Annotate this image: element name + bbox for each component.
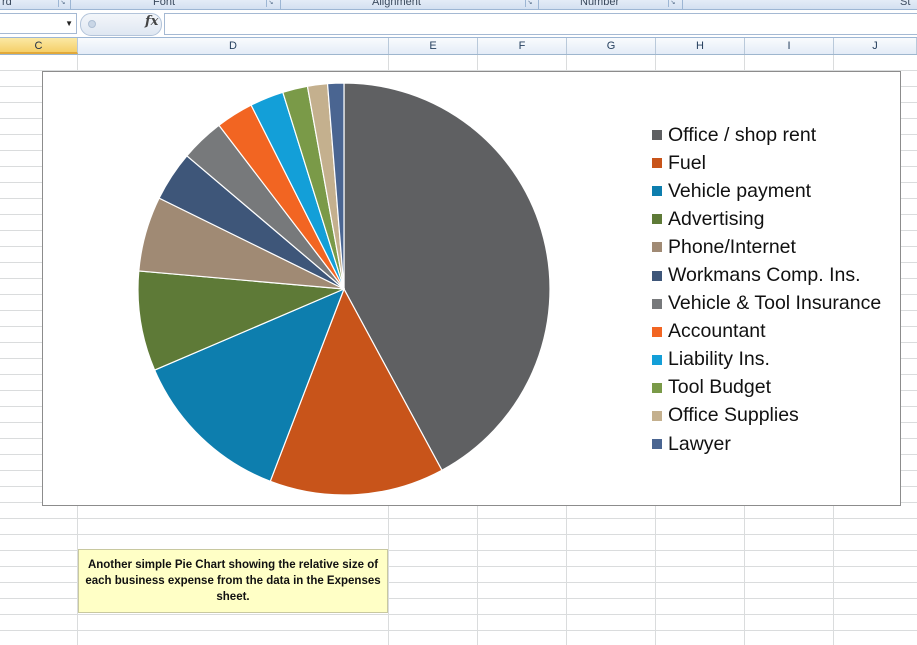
splitter-handle-icon[interactable]: [88, 20, 96, 28]
legend-swatch: [652, 270, 662, 281]
ribbon-separator: [682, 0, 683, 9]
column-header-j[interactable]: J: [834, 38, 917, 54]
formula-input[interactable]: [164, 13, 917, 35]
legend-label: Accountant: [668, 320, 766, 343]
legend-item[interactable]: Tool Budget: [652, 374, 881, 402]
legend-label: Advertising: [668, 207, 765, 230]
legend-label: Vehicle payment: [668, 179, 812, 202]
ribbon-group-labels: rd ↘ Font ↘ Alignment ↘ Number ↘ St: [0, 0, 917, 10]
legend-item[interactable]: Office Supplies: [652, 402, 881, 430]
column-header-row: C D E F G H I J: [0, 38, 917, 55]
legend-item[interactable]: Workmans Comp. Ins.: [652, 261, 881, 289]
column-header-f[interactable]: F: [478, 38, 567, 54]
chart-description-note[interactable]: Another simple Pie Chart showing the rel…: [78, 549, 388, 613]
legend-swatch: [652, 186, 662, 197]
legend-label: Liability Ins.: [668, 348, 770, 371]
ribbon-separator: [70, 0, 71, 9]
column-header-g[interactable]: G: [567, 38, 656, 54]
legend-swatch: [652, 242, 662, 253]
legend-label: Workmans Comp. Ins.: [668, 264, 861, 287]
pie-chart-object[interactable]: Office / shop rent Fuel Vehicle payment Adv…: [42, 71, 901, 506]
legend-item[interactable]: Fuel: [652, 149, 881, 177]
number-launcher-icon[interactable]: ↘: [668, 0, 677, 7]
legend-item[interactable]: Liability Ins.: [652, 346, 881, 374]
legend-item[interactable]: Vehicle & Tool Insurance: [652, 290, 881, 318]
column-header-d[interactable]: D: [78, 38, 389, 54]
legend-label: Tool Budget: [668, 376, 771, 399]
legend-item[interactable]: Office / shop rent: [652, 121, 881, 149]
ribbon-separator: [538, 0, 539, 9]
legend-swatch: [652, 158, 662, 169]
column-header-c[interactable]: C: [0, 38, 78, 54]
note-text: Another simple Pie Chart showing the rel…: [85, 559, 381, 603]
clipboard-launcher-icon[interactable]: ↘: [58, 0, 67, 7]
legend-label: Vehicle & Tool Insurance: [668, 292, 882, 315]
column-header-h[interactable]: H: [656, 38, 745, 54]
legend-swatch: [652, 326, 662, 337]
legend-swatch: [652, 214, 662, 225]
legend-swatch: [652, 382, 662, 393]
ribbon-group-alignment-label: Alignment: [372, 0, 421, 8]
column-header-e[interactable]: E: [389, 38, 478, 54]
legend-label: Lawyer: [668, 432, 731, 455]
font-launcher-icon[interactable]: ↘: [266, 0, 275, 7]
ribbon-group-clipboard-label: rd: [2, 0, 12, 8]
legend-label: Fuel: [668, 151, 706, 174]
formula-bar: ▼ fx: [0, 10, 917, 38]
ribbon-group-styles-label: St: [900, 0, 911, 8]
legend-label: Office Supplies: [668, 404, 799, 427]
legend-item[interactable]: Vehicle payment: [652, 177, 881, 205]
ribbon-group-font-label: Font: [153, 0, 176, 8]
ribbon-group-number-label: Number: [580, 0, 620, 8]
legend-swatch: [652, 298, 662, 309]
legend-swatch: [652, 354, 662, 365]
legend-swatch: [652, 439, 662, 450]
legend-item[interactable]: Advertising: [652, 205, 881, 233]
chart-legend[interactable]: Office / shop rent Fuel Vehicle payment Adv…: [652, 121, 881, 458]
legend-swatch: [652, 410, 662, 421]
column-header-i[interactable]: I: [745, 38, 834, 54]
legend-swatch: [652, 130, 662, 141]
ribbon-separator: [280, 0, 281, 9]
name-box[interactable]: ▼: [0, 13, 77, 34]
legend-label: Office / shop rent: [668, 123, 817, 146]
name-box-dropdown-icon[interactable]: ▼: [65, 14, 73, 33]
legend-label: Phone/Internet: [668, 235, 796, 258]
legend-item[interactable]: Accountant: [652, 318, 881, 346]
insert-function-icon[interactable]: fx: [145, 14, 158, 29]
alignment-launcher-icon[interactable]: ↘: [525, 0, 534, 7]
legend-item[interactable]: Phone/Internet: [652, 233, 881, 261]
legend-item[interactable]: Lawyer: [652, 430, 881, 458]
